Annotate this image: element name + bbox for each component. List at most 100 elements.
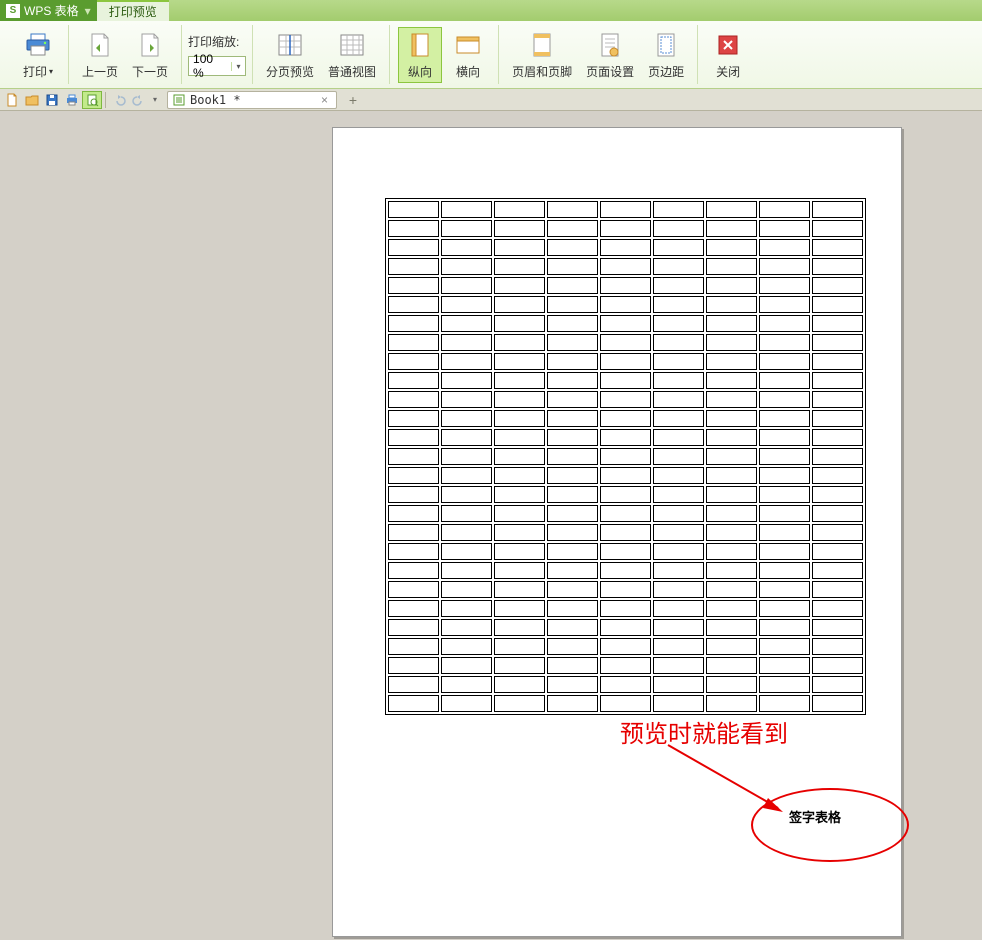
save-button[interactable] [42,91,62,109]
margins-button[interactable]: 页边距 [643,27,689,83]
page-break-preview-button[interactable]: 分页预览 [261,27,319,83]
grid-cell [653,581,704,598]
grid-cell [812,201,863,218]
new-file-button[interactable] [2,91,22,109]
app-menu-dropdown-icon[interactable]: ▾ [85,4,91,18]
grid-cell [494,657,545,674]
grid-cell [600,410,651,427]
grid-cell [759,391,810,408]
zoom-dropdown-icon[interactable]: ▾ [231,62,245,71]
header-footer-button[interactable]: 页眉和页脚 [507,27,577,83]
grid-cell [706,467,757,484]
grid-cell [706,676,757,693]
zoom-select[interactable]: 100 % ▾ [188,56,246,76]
grid-cell [812,695,863,712]
print-button[interactable]: 打印▾ [16,27,60,83]
grid-cell [547,296,598,313]
grid-cell [759,524,810,541]
grid-cell [812,353,863,370]
landscape-button[interactable]: 横向 [446,27,490,83]
grid-cell [812,239,863,256]
add-document-tab-button[interactable]: + [343,91,363,109]
grid-cell [547,448,598,465]
grid-cell [706,391,757,408]
grid-cell [547,201,598,218]
grid-cell [388,258,439,275]
app-title[interactable]: S WPS 表格 ▾ [0,0,97,21]
grid-cell [494,638,545,655]
print-label: 打印 [23,63,47,80]
grid-cell [547,581,598,598]
grid-cell [547,543,598,560]
grid-cell [600,600,651,617]
open-file-button[interactable] [22,91,42,109]
grid-cell [547,638,598,655]
grid-cell [600,353,651,370]
annotation-text: 预览时就能看到 [620,714,788,749]
close-button[interactable]: 关闭 [706,27,750,83]
grid-cell [388,676,439,693]
grid-cell [759,315,810,332]
grid-cell [388,296,439,313]
title-bar: S WPS 表格 ▾ 打印预览 [0,0,982,21]
grid-cell [759,543,810,560]
grid-cell [706,600,757,617]
grid-cell [653,429,704,446]
grid-cell [600,391,651,408]
grid-cell [812,657,863,674]
normal-view-button[interactable]: 普通视图 [323,27,381,83]
grid-cell [759,448,810,465]
portrait-icon [410,30,430,61]
grid-cell [494,296,545,313]
redo-button[interactable] [129,91,149,109]
workspace[interactable]: 签字表格 预览时就能看到 [0,111,982,940]
grid-cell [653,467,704,484]
page-setup-icon [600,30,620,61]
grid-cell [653,543,704,560]
grid-cell [653,334,704,351]
document-tab[interactable]: Book1 * × [167,91,337,109]
grid-cell [388,543,439,560]
grid-cell [441,391,492,408]
document-close-button[interactable]: × [319,93,330,107]
grid-cell [706,258,757,275]
undo-button[interactable] [109,91,129,109]
grid-cell [600,524,651,541]
grid-cell [759,372,810,389]
page-setup-button[interactable]: 页面设置 [581,27,639,83]
grid-cell [812,429,863,446]
grid-cell [812,638,863,655]
grid-cell [759,486,810,503]
grid-cell [812,372,863,389]
grid-cell [494,220,545,237]
grid-cell [441,429,492,446]
grid-cell [759,220,810,237]
grid-cell [812,296,863,313]
grid-cell [388,448,439,465]
grid-cell [812,600,863,617]
grid-cell [441,353,492,370]
margins-label: 页边距 [648,63,684,80]
portrait-button[interactable]: 纵向 [398,27,442,83]
print-preview-button[interactable] [82,91,102,109]
grid-cell [706,505,757,522]
prev-page-label: 上一页 [82,63,118,80]
next-page-button[interactable]: 下一页 [127,27,173,83]
ribbon-tab-print-preview[interactable]: 打印预览 [97,0,169,21]
prev-page-button[interactable]: 上一页 [77,27,123,83]
grid-cell [494,676,545,693]
grid-cell [494,201,545,218]
grid-cell [600,315,651,332]
grid-cell [706,448,757,465]
grid-cell [388,581,439,598]
grid-cell [547,486,598,503]
zoom-value: 100 % [189,52,231,80]
print-preview-icon [85,93,99,107]
quick-print-button[interactable] [62,91,82,109]
grid-cell [600,486,651,503]
grid-cell [812,391,863,408]
grid-cell [441,695,492,712]
qat-customize-dropdown[interactable]: ▾ [149,95,161,104]
grid-cell [653,657,704,674]
grid-cell [812,448,863,465]
